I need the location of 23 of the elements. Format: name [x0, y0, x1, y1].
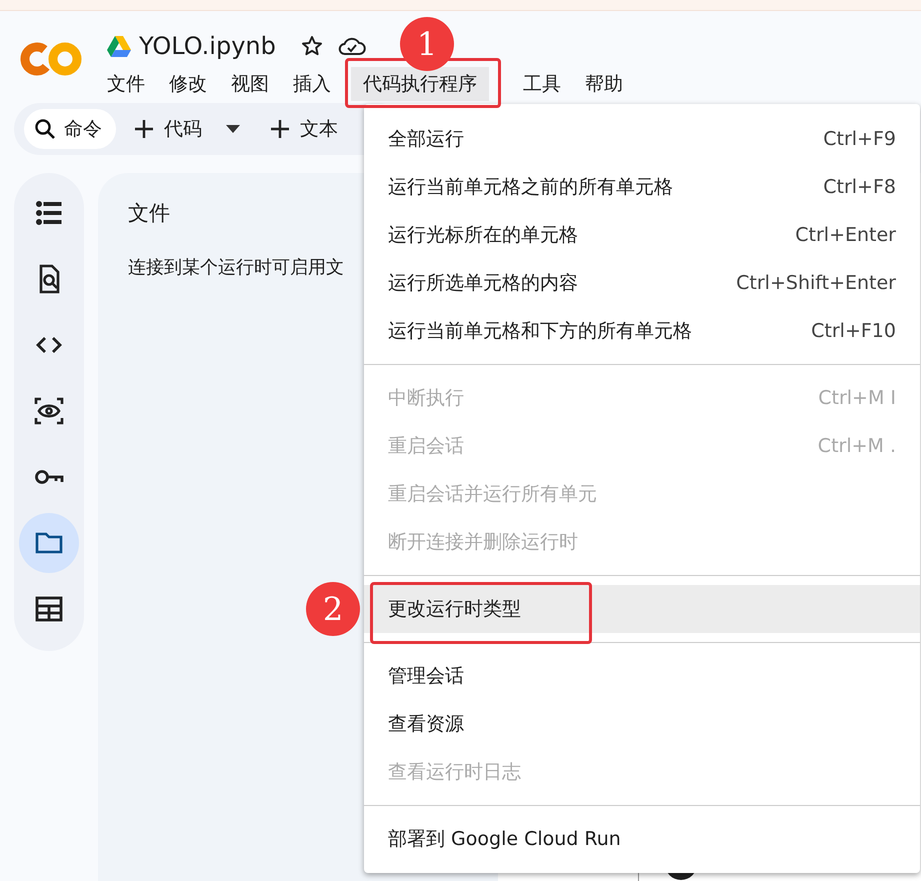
menu-item[interactable]: 运行所选单元格的内容 Ctrl+Shift+Enter: [364, 259, 920, 307]
menu-item[interactable]: 查看资源: [364, 700, 920, 748]
menu-tab[interactable]: 修改: [157, 67, 219, 101]
panel-title: 文件: [128, 200, 171, 227]
menu-tab[interactable]: 帮助: [573, 67, 635, 101]
notebook-title[interactable]: YOLO.ipynb: [139, 32, 276, 60]
menu-item[interactable]: 部署到 Google Cloud Run: [364, 815, 920, 863]
menu-item[interactable]: 更改运行时类型: [364, 585, 920, 633]
command-button[interactable]: 命令: [24, 109, 116, 149]
menu-tab[interactable]: 插入: [281, 67, 343, 101]
menu-tab[interactable]: 文件: [107, 67, 157, 101]
menu-item[interactable]: 管理会话: [364, 652, 920, 700]
add-code-button[interactable]: 代码: [122, 116, 214, 142]
menu-tab[interactable]: 代码执行程序: [351, 67, 489, 101]
menu-item[interactable]: 全部运行 Ctrl+F9: [364, 115, 920, 163]
menu-tab[interactable]: 视图: [219, 67, 281, 101]
menu-tab[interactable]: 工具: [511, 67, 573, 101]
menu-item[interactable]: 运行当前单元格之前的所有单元格 Ctrl+F8: [364, 163, 920, 211]
runtime-message: 连接到某个运行时可启用文: [128, 256, 345, 279]
step-badge: 1: [400, 17, 454, 71]
menu-item[interactable]: 运行当前单元格和下方的所有单元格 Ctrl+F10: [364, 307, 920, 355]
menu-item[interactable]: 运行光标所在的单元格 Ctrl+Enter: [364, 211, 920, 259]
add-text-button[interactable]: 文本: [258, 116, 350, 142]
